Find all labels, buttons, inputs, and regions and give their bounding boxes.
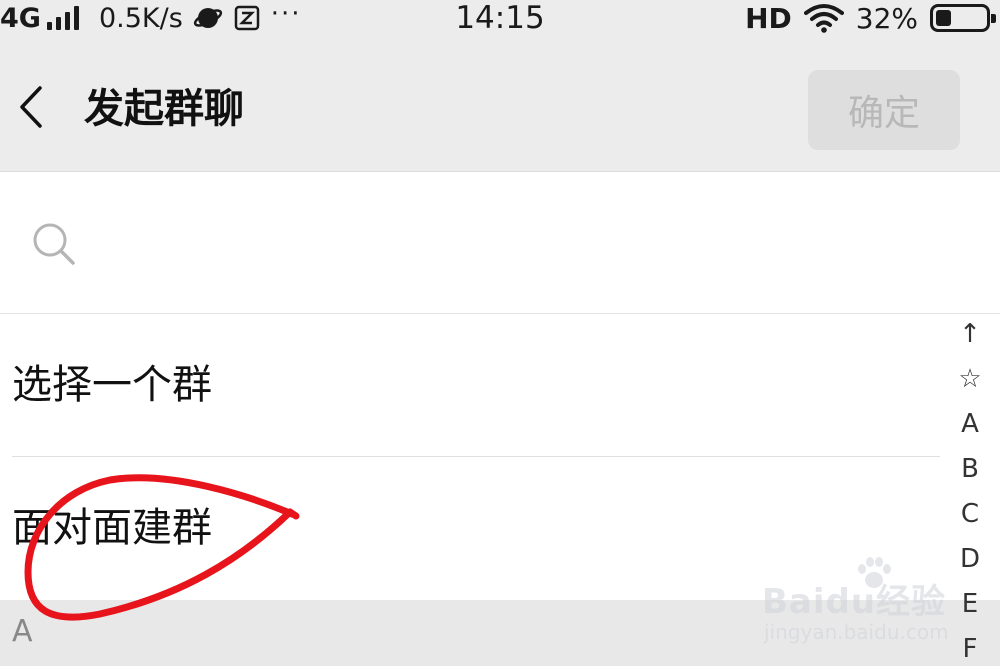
page-title: 发起群聊 — [84, 86, 244, 132]
index-c[interactable]: C — [956, 492, 984, 537]
index-e[interactable]: E — [956, 582, 984, 627]
battery-tip — [991, 14, 996, 23]
confirm-button[interactable]: 确定 — [808, 70, 960, 150]
list-item-select-group[interactable]: 选择一个群 — [0, 314, 940, 456]
index-b[interactable]: B — [956, 447, 984, 492]
index-a[interactable]: A — [956, 402, 984, 447]
list-item-label: 面对面建群 — [12, 505, 212, 551]
browser-planet-icon — [193, 8, 222, 28]
more-notifications: ··· — [270, 0, 302, 29]
section-header: A — [0, 600, 1000, 666]
index-f[interactable]: F — [956, 627, 984, 672]
list-item-face-to-face-group[interactable]: 面对面建群 — [0, 457, 940, 599]
network-type: 4G — [0, 2, 41, 34]
battery-fill — [936, 10, 951, 26]
search-bar — [0, 172, 1000, 314]
back-button[interactable] — [12, 82, 52, 132]
index-d[interactable]: D — [956, 537, 984, 582]
list-item-label: 选择一个群 — [12, 362, 212, 408]
app-notification-icon — [234, 5, 260, 31]
search-input[interactable] — [90, 212, 934, 274]
nav-header: 发起群聊 确定 — [0, 36, 1000, 172]
battery-icon — [930, 4, 996, 32]
battery-percent: 32% — [855, 1, 918, 35]
search-icon — [33, 223, 75, 265]
wifi-icon — [803, 4, 844, 33]
network-speed: 0.5K/s — [98, 2, 183, 34]
hd-indicator: HD — [745, 1, 792, 35]
status-bar: 4G 0.5K/s ··· 14:15 HD 32% — [0, 0, 1000, 36]
chevron-left-icon — [20, 86, 42, 128]
alphabet-index: ↑ ☆ A B C D E F — [956, 312, 984, 672]
index-star[interactable]: ☆ — [956, 357, 984, 402]
signal-icon — [46, 6, 79, 30]
status-left: 4G 0.5K/s ··· — [0, 0, 302, 36]
status-right: HD 32% — [745, 0, 996, 36]
section-header-label: A — [12, 614, 33, 649]
index-up[interactable]: ↑ — [956, 312, 984, 357]
